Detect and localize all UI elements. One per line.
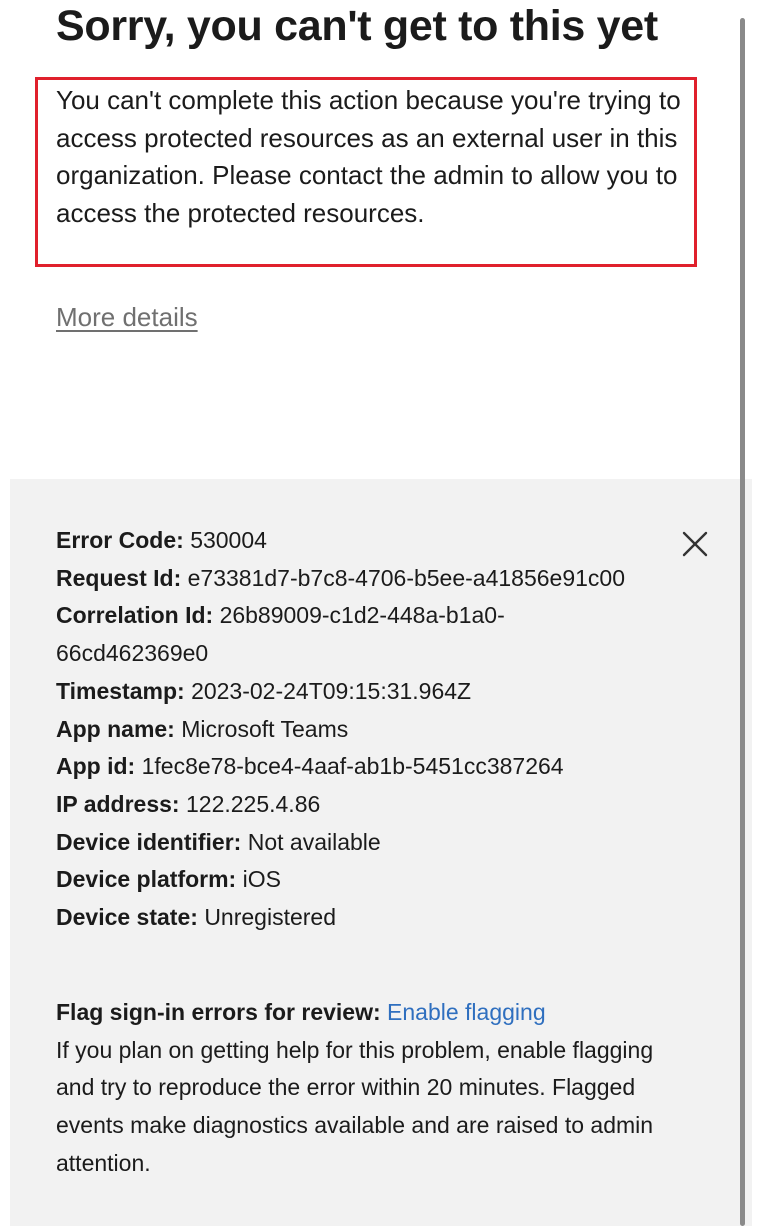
- detail-device-platform: Device platform: iOS: [56, 866, 281, 893]
- page-title: Sorry, you can't get to this yet: [56, 2, 658, 50]
- flag-description: If you plan on getting help for this pro…: [56, 1036, 654, 1176]
- detail-app-id: App id: 1fec8e78-bce4-4aaf-ab1b-5451cc38…: [56, 753, 564, 780]
- detail-device-identifier: Device identifier: Not available: [56, 828, 381, 855]
- scrollbar[interactable]: [740, 18, 745, 1226]
- flag-heading: Flag sign-in errors for review: Enable f…: [56, 994, 676, 1032]
- detail-timestamp: Timestamp: 2023-02-24T09:15:31.964Z: [56, 677, 472, 704]
- error-page: Sorry, you can't get to this yet You can…: [0, 0, 764, 1226]
- close-icon: [682, 531, 708, 557]
- error-message: You can't complete this action because y…: [56, 85, 681, 229]
- detail-correlation-id: Correlation Id: 26b89009-c1d2-448a-b1a0-…: [56, 602, 505, 667]
- flag-section: Flag sign-in errors for review: Enable f…: [56, 994, 676, 1183]
- detail-request-id: Request Id: e73381d7-b7c8-4706-b5ee-a418…: [56, 564, 626, 591]
- error-details-list: Error Code: 530004 Request Id: e73381d7-…: [56, 522, 656, 937]
- close-button[interactable]: [672, 521, 716, 565]
- detail-app-name: App name: Microsoft Teams: [56, 715, 349, 742]
- more-details-link[interactable]: More details: [56, 302, 198, 333]
- detail-device-state: Device state: Unregistered: [56, 904, 336, 931]
- detail-ip-address: IP address: 122.225.4.86: [56, 790, 321, 817]
- detail-error-code: Error Code: 530004: [56, 527, 267, 553]
- enable-flagging-link[interactable]: Enable flagging: [387, 999, 546, 1025]
- flag-label: Flag sign-in errors for review:: [56, 999, 381, 1025]
